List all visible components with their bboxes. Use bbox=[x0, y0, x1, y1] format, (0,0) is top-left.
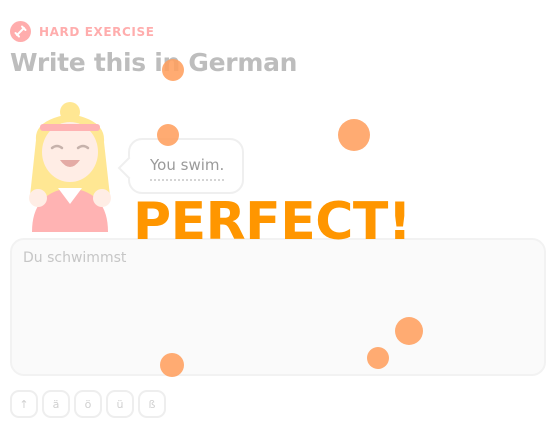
special-character-keyboard: ↑ ä ö ü ß bbox=[10, 390, 166, 418]
confetti-dot bbox=[338, 119, 370, 151]
shift-up-arrow-icon[interactable]: ↑ bbox=[10, 390, 38, 418]
prompt-sentence[interactable]: You swim. bbox=[150, 156, 224, 174]
prompt-hint-underline bbox=[150, 179, 224, 181]
exercise-screen: HARD EXERCISE Write this in German You s… bbox=[0, 0, 560, 427]
confetti-dot bbox=[395, 317, 423, 345]
confetti-dot bbox=[162, 59, 184, 81]
celebration-message: PERFECT! bbox=[133, 192, 412, 252]
confetti-dot bbox=[160, 353, 184, 377]
char-key-eszett[interactable]: ß bbox=[138, 390, 166, 418]
exercise-difficulty-tag: HARD EXERCISE bbox=[10, 21, 155, 42]
difficulty-label: HARD EXERCISE bbox=[39, 24, 155, 39]
answer-textarea[interactable]: Du schwimmst bbox=[10, 238, 546, 376]
character-illustration bbox=[14, 100, 126, 234]
char-key-a-umlaut[interactable]: ä bbox=[42, 390, 70, 418]
char-key-u-umlaut[interactable]: ü bbox=[106, 390, 134, 418]
prompt-speech-bubble: You swim. bbox=[128, 138, 244, 194]
char-key-o-umlaut[interactable]: ö bbox=[74, 390, 102, 418]
answer-value: Du schwimmst bbox=[23, 250, 127, 266]
confetti-dot bbox=[367, 347, 389, 369]
dumbbell-icon bbox=[10, 21, 31, 42]
page-title: Write this in German bbox=[10, 48, 298, 77]
confetti-dot bbox=[157, 124, 179, 146]
